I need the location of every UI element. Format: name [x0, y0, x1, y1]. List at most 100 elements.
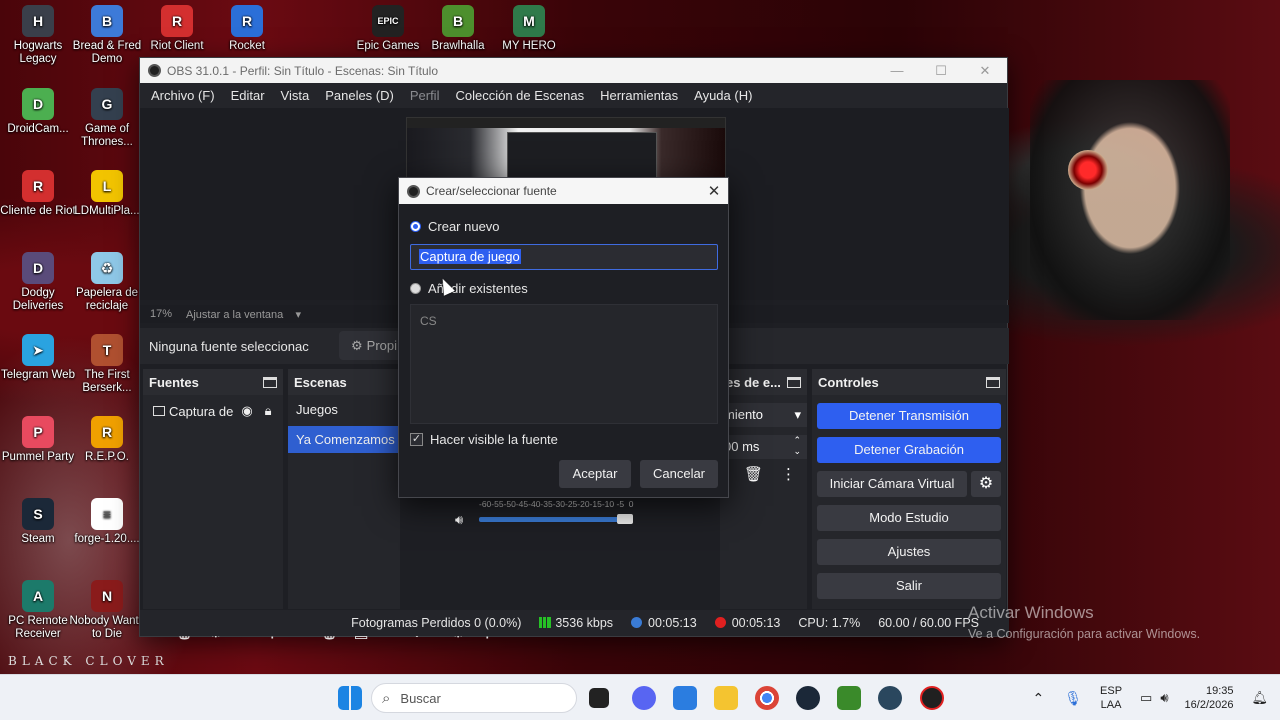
source-item[interactable]: Captura de ◉ 🔒︎: [143, 395, 283, 419]
notification-bell-icon[interactable]: 🔔︎: [1251, 690, 1268, 706]
add-existing-radio[interactable]: [410, 283, 421, 294]
undock-icon[interactable]: [787, 376, 801, 388]
desktop-icon[interactable]: D DroidCam...: [0, 88, 76, 136]
clock[interactable]: 19:35 16/2/2026: [1185, 684, 1234, 712]
obs-logo-icon: [407, 184, 420, 198]
desktop-icon[interactable]: D Dodgy Deliveries: [0, 252, 76, 313]
menu-herramientas[interactable]: Herramientas: [592, 88, 686, 103]
desktop-icon-label: Hogwarts Legacy: [13, 40, 63, 65]
menu-perfil[interactable]: Perfil: [402, 88, 448, 103]
preview-thumbnail: [406, 117, 726, 185]
desktop-icon[interactable]: R Cliente de Riot: [0, 170, 76, 218]
obs-titlebar[interactable]: OBS 31.0.1 - Perfil: Sin Título - Escena…: [140, 58, 1007, 83]
minimize-icon[interactable]: —: [875, 63, 919, 78]
desktop-icon-label: Steam: [21, 533, 55, 545]
trash-icon[interactable]: 🗑︎: [744, 465, 763, 483]
steam-icon[interactable]: [796, 686, 820, 710]
cancel-button[interactable]: Cancelar: [640, 460, 718, 488]
studio-mode-button[interactable]: Modo Estudio: [817, 505, 1001, 531]
menu-vista[interactable]: Vista: [273, 88, 318, 103]
desktop-icon[interactable]: ➤ Telegram Web: [0, 334, 76, 382]
fps-status: 60.00 / 60.00 FPS: [878, 616, 979, 630]
desktop-icon[interactable]: ♻ Papelera de reciclaje: [69, 252, 145, 313]
desktop-icon[interactable]: ≡ forge-1.20....: [69, 498, 145, 546]
chevron-up-icon[interactable]: ⌃: [1033, 690, 1045, 707]
app-icon: H: [22, 5, 54, 37]
make-visible-option[interactable]: ✓ Hacer visible la fuente: [410, 432, 558, 447]
source-name-input[interactable]: Captura de juego: [410, 244, 718, 270]
desktop-icon[interactable]: EPIC Epic Games: [350, 5, 426, 53]
monitor-icon[interactable]: ▭: [1140, 690, 1152, 706]
desktop-icon[interactable]: B Brawlhalla: [420, 5, 496, 53]
scene-item-juegos[interactable]: Juegos: [288, 395, 400, 422]
desktop-icon[interactable]: R Rocket: [209, 5, 285, 53]
desktop-icon[interactable]: H Hogwarts Legacy: [0, 5, 76, 66]
volume-slider[interactable]: [479, 517, 633, 522]
lock-icon[interactable]: 🔒︎: [265, 403, 272, 419]
file-explorer-icon[interactable]: [714, 686, 738, 710]
discord-icon[interactable]: [632, 686, 656, 710]
desktop-icon[interactable]: G Game of Thrones...: [69, 88, 145, 149]
make-visible-checkbox[interactable]: ✓: [410, 433, 423, 446]
desktop-icon[interactable]: R R.E.P.O.: [69, 416, 145, 464]
app-icon: P: [22, 416, 54, 448]
dialog-titlebar[interactable]: Crear/seleccionar fuente ✕: [399, 178, 728, 204]
input-language[interactable]: ESP LAA: [1100, 684, 1122, 712]
menu-paneles[interactable]: Paneles (D): [317, 88, 402, 103]
app-icon: G: [91, 88, 123, 120]
desktop-icon[interactable]: L LDMultiPla...: [69, 170, 145, 218]
minecraft-icon[interactable]: [837, 686, 861, 710]
virtual-camera-settings-gear-icon[interactable]: ⚙: [971, 471, 1001, 497]
stop-recording-button[interactable]: Detener Grabación: [817, 437, 1001, 463]
obs-menubar: Archivo (F) Editar Vista Paneles (D) Per…: [140, 83, 1007, 108]
taskbar-search[interactable]: ⌕ Buscar: [371, 683, 577, 713]
desktop-icon[interactable]: P Pummel Party: [0, 416, 76, 464]
add-existing-option[interactable]: Añadir existentes: [410, 281, 528, 296]
desktop-icon[interactable]: B Bread & Fred Demo: [69, 5, 145, 66]
fit-window-select[interactable]: Ajustar a la ventana ▾: [186, 308, 301, 321]
exit-button[interactable]: Salir: [817, 573, 1001, 599]
menu-dots-icon[interactable]: ⋮: [781, 465, 796, 483]
gear-icon: ⚙: [351, 337, 363, 353]
maximize-icon[interactable]: ☐: [919, 63, 963, 79]
speaker-icon[interactable]: 🔊︎: [455, 512, 463, 528]
desktop-icon[interactable]: M MY HERO: [491, 5, 567, 53]
accept-button[interactable]: Aceptar: [559, 460, 631, 488]
close-icon[interactable]: ✕: [963, 63, 1007, 79]
menu-coleccion-escenas[interactable]: Colección de Escenas: [447, 88, 592, 103]
start-virtual-camera-button[interactable]: Iniciar Cámara Virtual: [817, 471, 967, 497]
create-new-radio[interactable]: [410, 221, 421, 232]
eye-icon[interactable]: ◉: [241, 403, 252, 419]
menu-archivo[interactable]: Archivo (F): [143, 88, 223, 103]
store-icon[interactable]: [673, 686, 697, 710]
speaker-icon[interactable]: 🔊︎: [1160, 690, 1168, 706]
desktop-icon[interactable]: A PC Remote Receiver: [0, 580, 76, 641]
close-icon[interactable]: ✕: [700, 182, 728, 200]
wallpaper-character-eye: [1068, 150, 1108, 190]
transition-mode-select[interactable]: miento ▾: [720, 403, 807, 427]
undock-icon[interactable]: [263, 376, 277, 388]
steam-client-icon[interactable]: [878, 686, 902, 710]
volume-handle[interactable]: [617, 514, 633, 524]
desktop-icon[interactable]: R Riot Client: [139, 5, 215, 53]
stop-streaming-button[interactable]: Detener Transmisión: [817, 403, 1001, 429]
transition-duration[interactable]: 00 ms ⌃ ⌄: [720, 435, 807, 459]
obs-taskbar-icon[interactable]: [920, 686, 944, 710]
chrome-icon[interactable]: [755, 686, 779, 710]
menu-ayuda[interactable]: Ayuda (H): [686, 88, 760, 103]
start-windows-icon[interactable]: [338, 686, 362, 710]
list-item[interactable]: CS: [420, 314, 708, 328]
settings-button[interactable]: Ajustes: [817, 539, 1001, 565]
desktop-icon[interactable]: N Nobody Wants to Die: [69, 580, 145, 641]
desktop-icon[interactable]: T The First Berserk...: [69, 334, 145, 395]
menu-editar[interactable]: Editar: [223, 88, 273, 103]
search-icon: ⌕: [382, 689, 391, 707]
app-icon: B: [442, 5, 474, 37]
microphone-icon[interactable]: 🎙︎: [1064, 690, 1082, 707]
desktop-icon[interactable]: S Steam: [0, 498, 76, 546]
existing-sources-list[interactable]: CS: [410, 304, 718, 424]
scene-item-ya-comenzamos[interactable]: Ya Comenzamos: [288, 426, 400, 453]
task-view-icon[interactable]: [589, 688, 609, 708]
create-new-option[interactable]: Crear nuevo: [410, 219, 500, 234]
undock-icon[interactable]: [986, 376, 1000, 388]
